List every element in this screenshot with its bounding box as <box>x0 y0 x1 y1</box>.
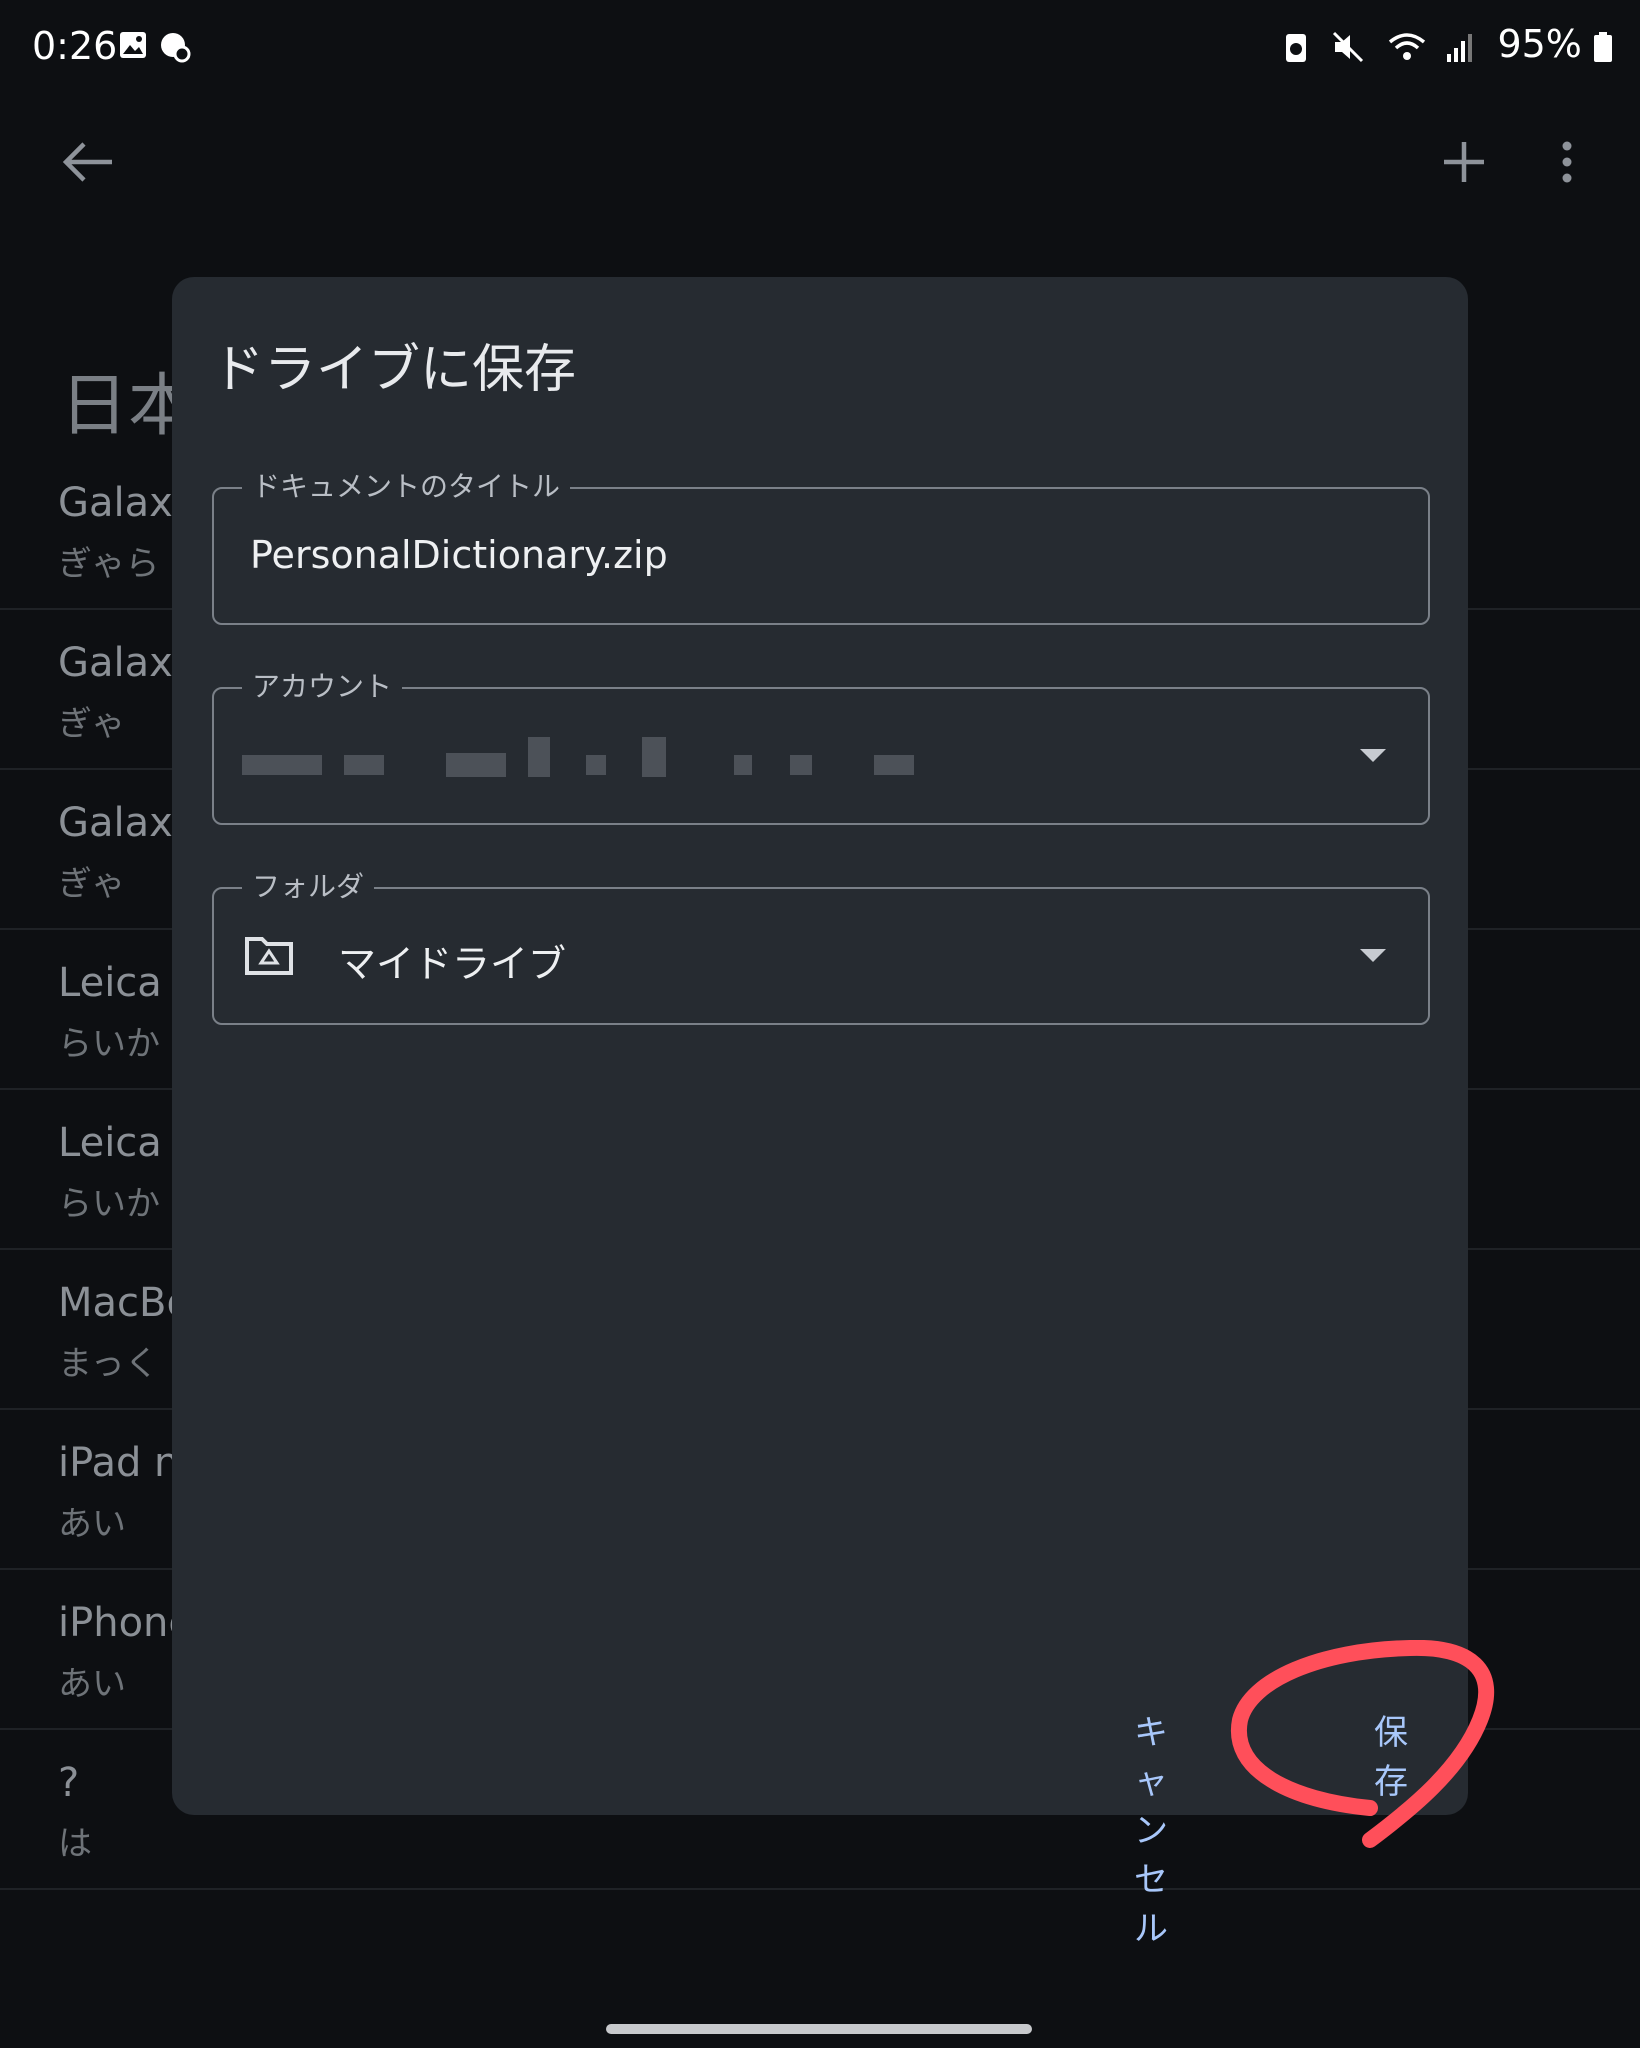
folder-dropdown-arrow-icon[interactable] <box>1360 949 1386 962</box>
account-dropdown-arrow-icon[interactable] <box>1360 749 1386 762</box>
sync-notification-icon <box>161 33 191 63</box>
back-arrow-icon[interactable] <box>60 140 116 184</box>
add-icon[interactable] <box>1440 138 1488 186</box>
word: Leica <box>58 1120 162 1166</box>
reading: は <box>58 1824 92 1864</box>
folder-value: マイドライブ <box>338 942 567 986</box>
signal-icon <box>1447 33 1473 62</box>
word: Leica <box>58 960 162 1006</box>
app-bar <box>0 110 1640 210</box>
reading: ぎゃ <box>58 864 126 904</box>
navigation-handle[interactable] <box>606 2024 1032 2034</box>
status-right: 95% <box>1283 22 1612 66</box>
battery-saver-icon <box>1286 33 1307 62</box>
reading: らいか <box>58 1184 160 1224</box>
status-bar: 0:26 95% <box>0 0 1640 100</box>
annotation-circle-mark <box>1230 1640 1495 1848</box>
dialog-title: ドライブに保存 <box>212 340 577 400</box>
cancel-button[interactable]: キャンセル <box>1134 1705 1168 1950</box>
reading: まっく <box>58 1344 159 1384</box>
reading: あい <box>58 1664 126 1704</box>
word: MacBo <box>58 1280 191 1326</box>
word: ? <box>58 1760 80 1806</box>
drive-folder-icon <box>245 937 293 975</box>
document-title-input[interactable]: PersonalDictionary.zip <box>250 533 668 577</box>
account-select[interactable]: アカウント <box>212 665 1430 825</box>
wifi-icon <box>1389 32 1426 60</box>
folder-select[interactable]: フォルダ マイドライブ <box>212 865 1430 1025</box>
folder-label: フォルダ <box>242 865 375 905</box>
battery-percent: 95% <box>1497 22 1582 66</box>
reading: ぎゃ <box>58 704 126 744</box>
status-time: 0:26 <box>32 24 118 68</box>
document-title-field[interactable]: ドキュメントのタイトル PersonalDictionary.zip <box>212 465 1430 625</box>
reading: あい <box>58 1504 126 1544</box>
battery-icon <box>1594 31 1612 62</box>
reading: ぎゃら <box>58 544 160 584</box>
save-to-drive-dialog: ドライブに保存 ドキュメントのタイトル PersonalDictionary.z… <box>172 277 1468 1948</box>
gallery-notification-icon <box>120 32 146 58</box>
word: iPad n <box>58 1440 180 1486</box>
more-vert-icon[interactable] <box>1552 138 1582 186</box>
account-label: アカウント <box>242 665 403 705</box>
document-title-label: ドキュメントのタイトル <box>242 465 571 505</box>
mute-icon <box>1333 31 1364 62</box>
reading: らいか <box>58 1024 160 1064</box>
